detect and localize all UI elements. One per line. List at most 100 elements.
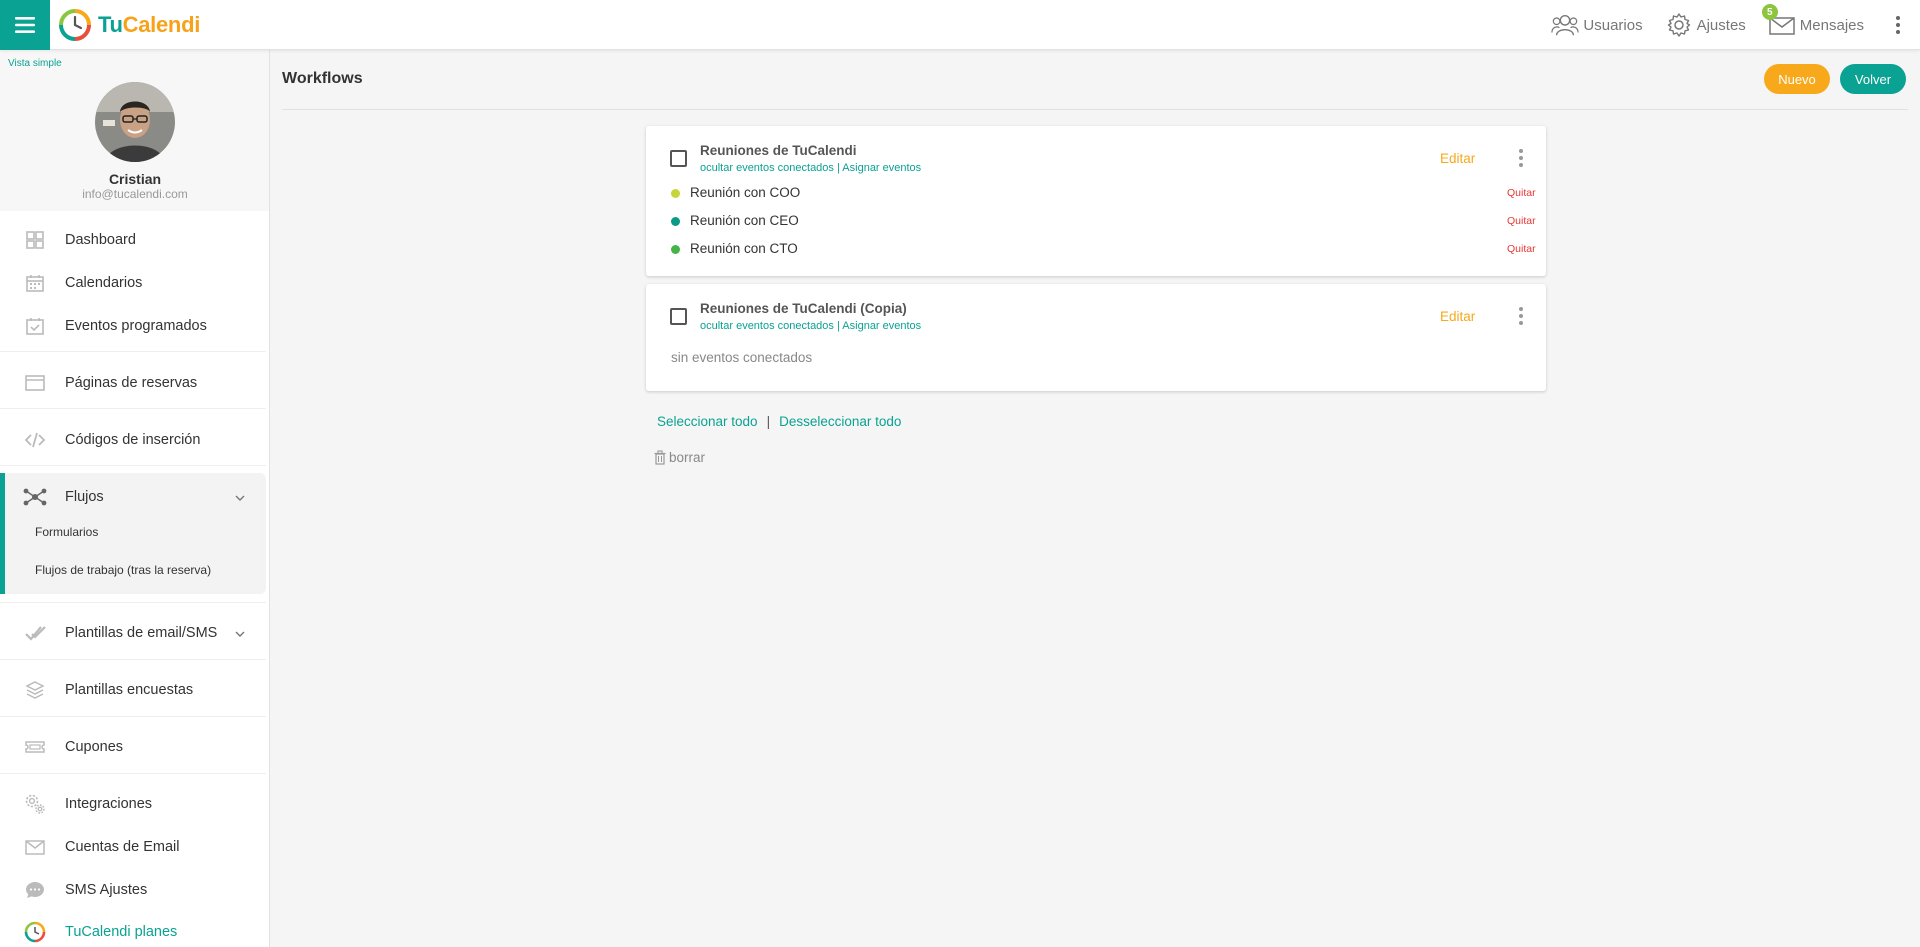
select-all-link[interactable]: Seleccionar todo [657, 414, 758, 429]
delete-button[interactable]: borrar [653, 450, 705, 465]
profile-email: info@tucalendi.com [82, 187, 188, 201]
chevron-down-icon [235, 631, 245, 637]
sidebar-item-email-accounts[interactable]: Cuentas de Email [0, 832, 266, 862]
settings-label: Ajustes [1696, 16, 1746, 34]
messages-label: Mensajes [1799, 16, 1864, 34]
profile-block: Vista simple Cristian info@tucalendi.com [0, 50, 269, 211]
selection-links: Seleccionar todo | Desseleccionar todo [657, 414, 901, 429]
users-link[interactable]: Usuarios [1551, 12, 1643, 38]
sidebar-item-label: Dashboard [65, 232, 136, 248]
sidebar-item-plans[interactable]: TuCalendi planes [0, 917, 266, 947]
workflow-links: ocultar eventos conectados | Asignar eve… [700, 320, 921, 332]
remove-event-link[interactable]: Quitar [1507, 215, 1536, 227]
double-check-icon [24, 622, 46, 644]
edit-button[interactable]: Editar [1440, 151, 1475, 166]
sidebar-subitem-forms[interactable]: Formularios [35, 525, 98, 539]
workflow-card: Reuniones de TuCalendi (Copia) ocultar e… [646, 284, 1546, 391]
sidebar-item-label: Eventos programados [65, 318, 207, 334]
sms-bubble-icon [24, 879, 46, 901]
selection-separator: | [766, 414, 771, 429]
sidebar-item-dashboard[interactable]: Dashboard [0, 225, 266, 255]
sidebar-item-label: Calendarios [65, 275, 143, 291]
layers-icon [24, 679, 46, 701]
workflow-links: ocultar eventos conectados | Asignar eve… [700, 162, 921, 174]
event-color-dot [671, 217, 680, 226]
messages-badge: 5 [1761, 4, 1778, 20]
sidebar-item-calendars[interactable]: Calendarios [0, 268, 266, 298]
calendar-check-icon [24, 315, 46, 337]
sidebar-item-label: Plantillas encuestas [65, 682, 194, 698]
edit-button[interactable]: Editar [1440, 309, 1475, 324]
envelope-icon [24, 836, 46, 858]
sidebar-item-label: Cuentas de Email [65, 839, 180, 855]
sidebar-item-label: Cupones [65, 739, 124, 755]
main-content: Workflows Nuevo Volver Reuniones de TuCa… [270, 50, 1920, 947]
users-icon [1551, 14, 1580, 36]
event-name: Reunión con CTO [690, 241, 798, 256]
sidebar-item-email-sms-templates[interactable]: Plantillas de email/SMS [0, 618, 266, 648]
settings-link[interactable]: Ajustes [1665, 12, 1746, 38]
sidebar: Vista simple Cristian info@tucalendi.com… [0, 50, 270, 947]
sidebar-item-label: Integraciones [65, 796, 153, 812]
messages-link[interactable]: 5 Mensajes [1761, 4, 1864, 38]
chevron-down-icon [235, 495, 245, 501]
top-bar: TuCalendi Usuarios Ajustes 5 Mensajes [0, 0, 1920, 50]
sidebar-divider [0, 659, 266, 660]
workflow-title: Reuniones de TuCalendi [700, 143, 857, 158]
connected-event-row: Reunión con CTO Quitar [670, 239, 1536, 259]
sidebar-item-integrations[interactable]: Integraciones [0, 789, 266, 819]
hide-events-link[interactable]: ocultar eventos conectados [700, 320, 834, 332]
event-color-dot [671, 189, 680, 198]
gear-icon [1667, 13, 1690, 37]
menu-toggle-button[interactable] [0, 0, 50, 50]
hide-events-link[interactable]: ocultar eventos conectados [700, 162, 834, 174]
code-icon [24, 429, 46, 451]
new-button[interactable]: Nuevo [1764, 64, 1830, 94]
remove-event-link[interactable]: Quitar [1507, 187, 1536, 199]
sidebar-divider [0, 351, 266, 352]
sidebar-item-label: Códigos de inserción [65, 432, 201, 448]
sidebar-subitem-workflows[interactable]: Flujos de trabajo (tras la reserva) [35, 563, 211, 577]
dashboard-icon [24, 229, 46, 251]
sidebar-item-flows[interactable]: Flujos [0, 482, 266, 512]
workflow-more-button[interactable] [1516, 304, 1526, 328]
assign-events-link[interactable]: Asignar eventos [842, 162, 921, 174]
delete-label: borrar [669, 450, 706, 465]
browser-window-icon [24, 372, 46, 394]
workflow-more-button[interactable] [1516, 146, 1526, 170]
kebab-menu-icon [1519, 307, 1523, 325]
workflow-card: Reuniones de TuCalendi ocultar eventos c… [646, 126, 1546, 276]
ticket-icon [24, 736, 46, 758]
deselect-all-link[interactable]: Desseleccionar todo [779, 414, 901, 429]
top-more-button[interactable] [1886, 0, 1910, 50]
event-name: Reunión con COO [690, 185, 801, 200]
connected-event-row: Reunión con COO Quitar [670, 183, 1536, 203]
trash-icon [654, 450, 666, 465]
sidebar-item-survey-templates[interactable]: Plantillas encuestas [0, 675, 266, 705]
sidebar-item-booking-pages[interactable]: Páginas de reservas [0, 368, 266, 398]
sidebar-item-label: Plantillas de email/SMS [65, 625, 218, 641]
sidebar-item-embed-codes[interactable]: Códigos de inserción [0, 425, 266, 455]
avatar[interactable] [95, 82, 175, 162]
sidebar-item-coupons[interactable]: Cupones [0, 732, 266, 762]
sidebar-item-label: TuCalendi planes [65, 924, 178, 940]
assign-events-link[interactable]: Asignar eventos [842, 320, 921, 332]
sidebar-item-label: SMS Ajustes [65, 882, 148, 898]
remove-event-link[interactable]: Quitar [1507, 243, 1536, 255]
app-logo[interactable]: TuCalendi [58, 8, 200, 42]
simple-view-link[interactable]: Vista simple [8, 58, 62, 69]
sidebar-divider [0, 773, 266, 774]
workflow-checkbox[interactable] [670, 308, 687, 325]
workflow-checkbox[interactable] [670, 150, 687, 167]
sidebar-item-sms-settings[interactable]: SMS Ajustes [0, 875, 266, 905]
sidebar-divider [0, 465, 266, 466]
back-button[interactable]: Volver [1840, 64, 1906, 94]
link-separator: | [836, 162, 840, 174]
page-title: Workflows [282, 70, 363, 87]
sidebar-item-scheduled-events[interactable]: Eventos programados [0, 311, 266, 341]
logo-text: TuCalendi [98, 12, 201, 37]
link-separator: | [836, 320, 840, 332]
flow-network-icon [22, 486, 48, 508]
connected-event-row: Reunión con CEO Quitar [670, 211, 1536, 231]
title-divider [282, 109, 1908, 110]
